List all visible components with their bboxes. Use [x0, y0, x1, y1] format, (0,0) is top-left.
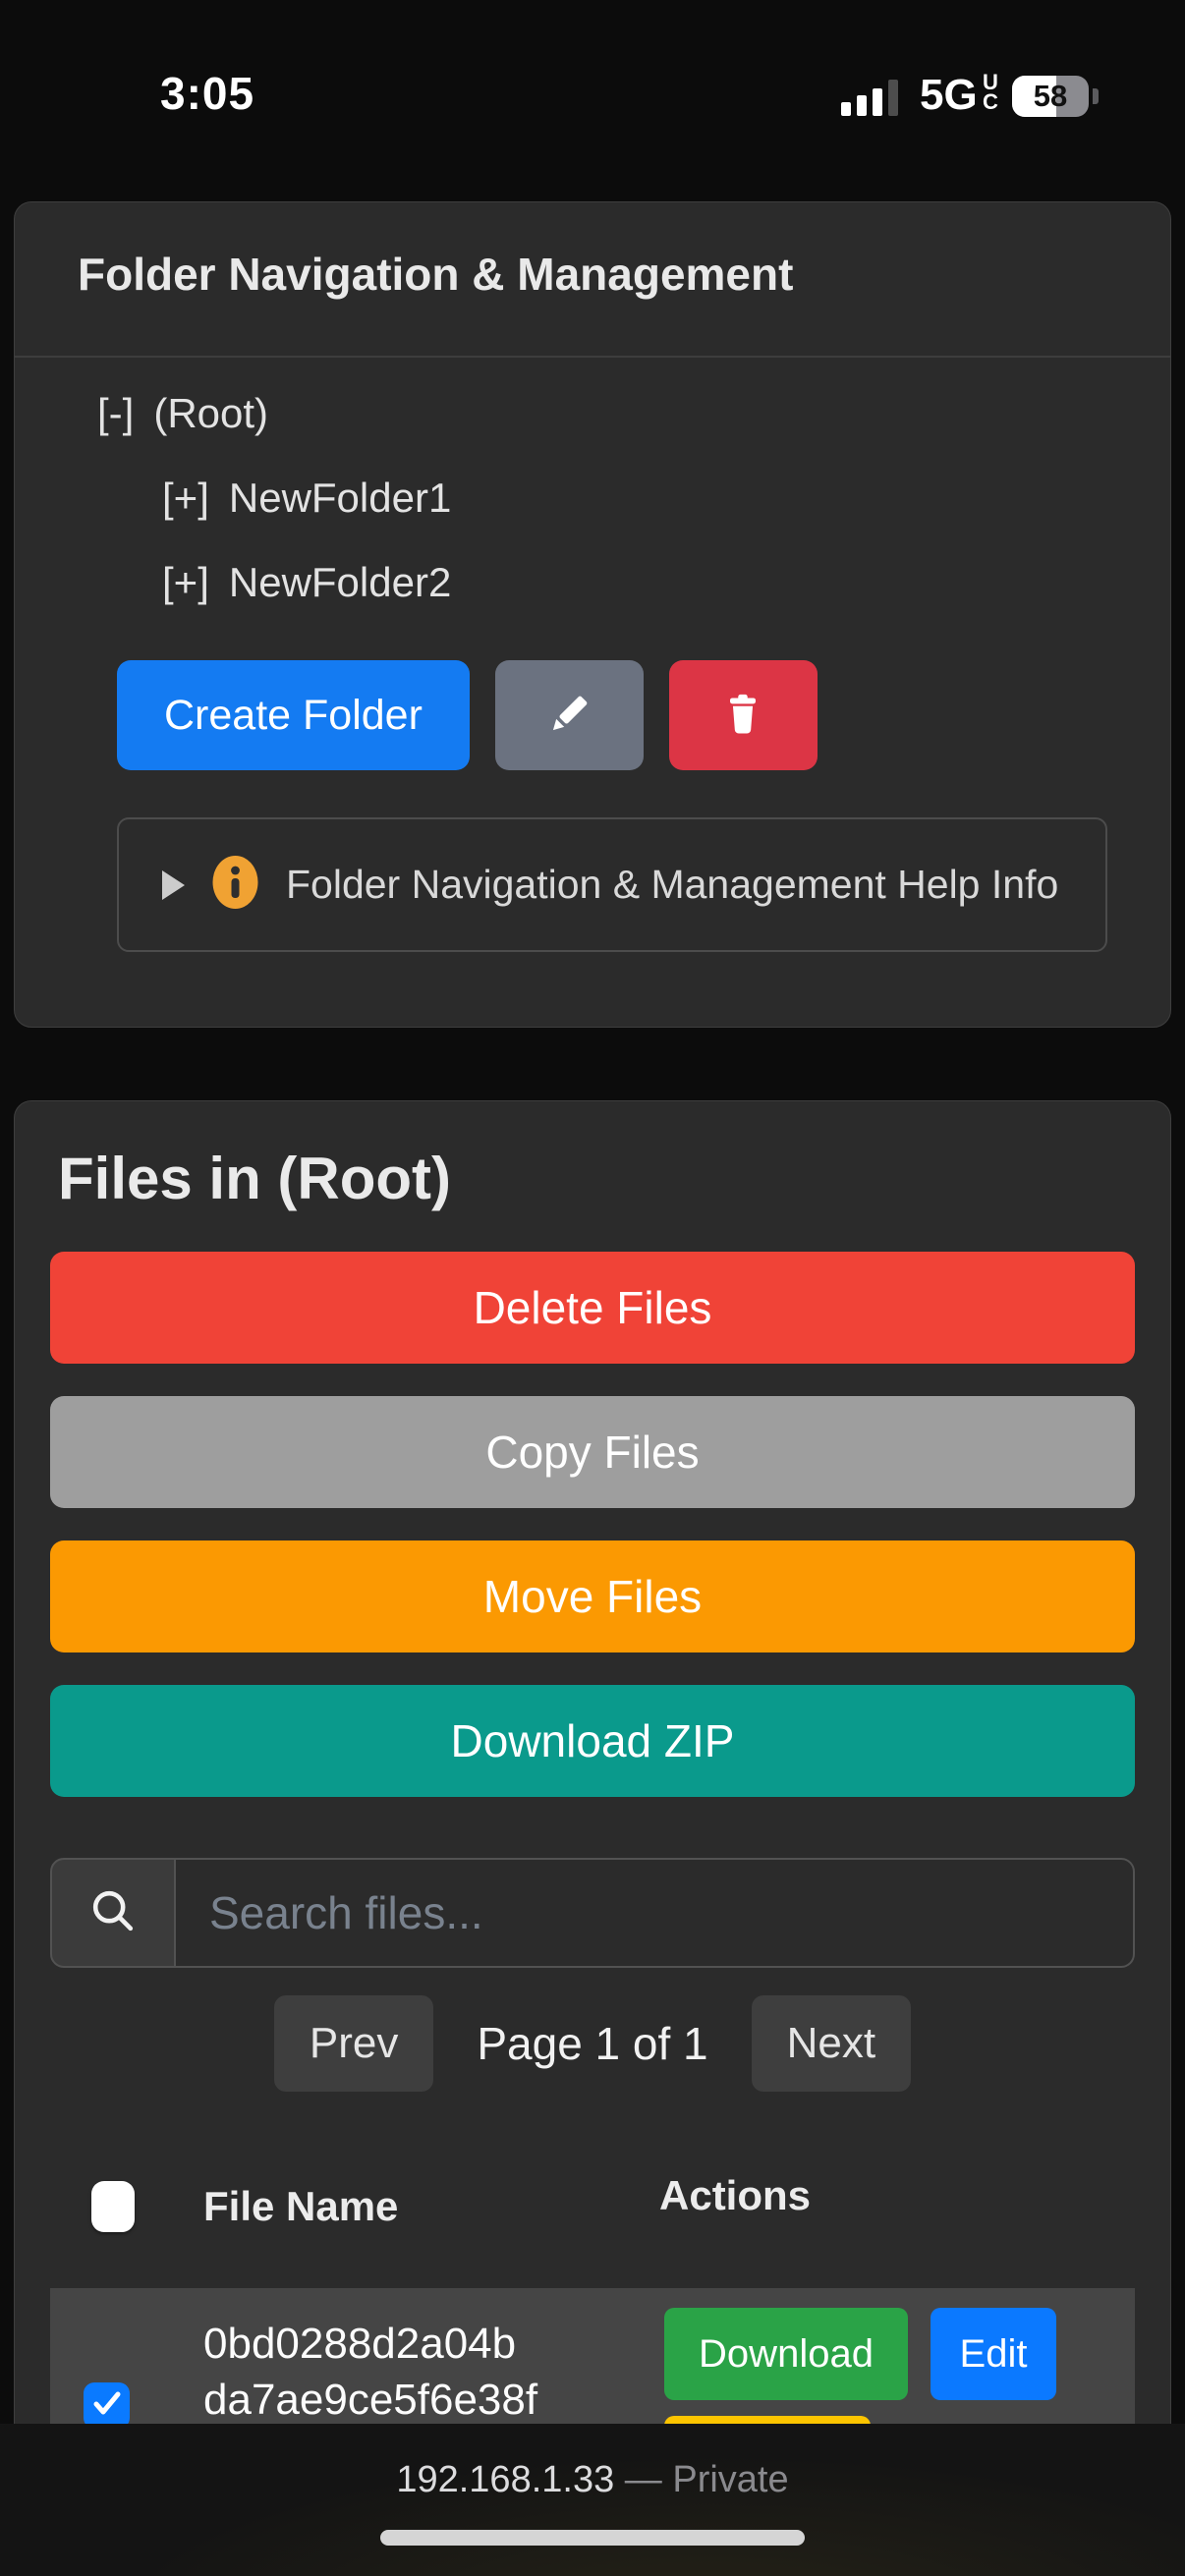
help-accordion[interactable]: Folder Navigation & Management Help Info	[117, 817, 1107, 952]
address-text[interactable]: 192.168.1.33	[396, 2459, 614, 2500]
move-files-button[interactable]: Move Files	[50, 1540, 1135, 1652]
file-table-header: File Name Actions	[50, 2176, 1135, 2237]
download-file-button[interactable]: Download	[664, 2308, 908, 2400]
search-bar	[50, 1858, 1135, 1968]
tree-item-label[interactable]: NewFolder2	[229, 559, 451, 605]
tree-item-label[interactable]: NewFolder1	[229, 475, 451, 521]
network-badge: U C	[983, 73, 998, 112]
private-mode-label: Private	[672, 2459, 788, 2500]
search-input[interactable]	[176, 1858, 1135, 1968]
row-checkbox-checked[interactable]	[84, 2382, 130, 2429]
status-bar: 3:05 5G U C 58	[0, 0, 1185, 201]
pagination: Prev Page 1 of 1 Next	[50, 1995, 1135, 2092]
files-card: Files in (Root) Delete Files Copy Files …	[14, 1100, 1171, 2576]
download-zip-button[interactable]: Download ZIP	[50, 1685, 1135, 1797]
copy-files-button[interactable]: Copy Files	[50, 1396, 1135, 1508]
battery-nub	[1093, 88, 1099, 104]
tree-item-newfolder1[interactable]: [+] NewFolder1	[162, 474, 1107, 523]
signal-strength-icon	[841, 77, 898, 116]
delete-files-button[interactable]: Delete Files	[50, 1252, 1135, 1364]
file-name-column-header: File Name	[203, 2183, 398, 2230]
battery-percent: 58	[1012, 76, 1089, 117]
collapse-toggle[interactable]: [-]	[97, 390, 134, 436]
delete-folder-button[interactable]	[669, 660, 818, 770]
folder-card-header: Folder Navigation & Management	[15, 202, 1170, 358]
tree-item-newfolder2[interactable]: [+] NewFolder2	[162, 558, 1107, 607]
checkmark-icon	[90, 2386, 124, 2425]
trash-icon	[717, 689, 768, 743]
clock: 3:05	[160, 67, 254, 120]
select-all-checkbox[interactable]	[91, 2181, 135, 2232]
search-button[interactable]	[50, 1858, 176, 1968]
create-folder-button[interactable]: Create Folder	[117, 660, 470, 770]
browser-bottom-bar: 192.168.1.33 — Private	[0, 2424, 1185, 2576]
help-label: Folder Navigation & Management Help Info	[286, 862, 1058, 908]
info-icon	[212, 855, 258, 915]
folder-tree: [-] (Root) [+] NewFolder1 [+] NewFolder2	[15, 358, 1170, 607]
search-icon	[85, 1883, 141, 1943]
edit-file-button[interactable]: Edit	[931, 2308, 1056, 2400]
files-card-title: Files in (Root)	[58, 1145, 1135, 1212]
pencil-icon	[544, 690, 593, 742]
network-type-label: 5G	[920, 71, 978, 120]
folder-actions-row: Create Folder	[117, 660, 1170, 770]
tree-item-label[interactable]: (Root)	[153, 390, 268, 436]
expand-toggle[interactable]: [+]	[162, 475, 209, 521]
disclosure-triangle-icon	[162, 870, 185, 900]
tree-item-root[interactable]: [-] (Root)	[97, 389, 1107, 438]
actions-column-header: Actions	[659, 2172, 811, 2219]
expand-toggle[interactable]: [+]	[162, 559, 209, 605]
home-indicator[interactable]	[380, 2530, 805, 2546]
folder-navigation-card: Folder Navigation & Management [-] (Root)…	[14, 201, 1171, 1028]
battery-icon: 58	[1012, 76, 1089, 117]
phone-screen: 3:05 5G U C 58 Folder Navigation & Manag…	[0, 0, 1185, 2576]
rename-folder-button[interactable]	[495, 660, 644, 770]
prev-page-button[interactable]: Prev	[274, 1995, 433, 2092]
address-bar[interactable]: 192.168.1.33 — Private	[0, 2424, 1185, 2501]
next-page-button[interactable]: Next	[752, 1995, 911, 2092]
address-separator: —	[625, 2459, 662, 2500]
folder-card-title: Folder Navigation & Management	[78, 248, 1107, 301]
page-status: Page 1 of 1	[477, 2017, 707, 2070]
